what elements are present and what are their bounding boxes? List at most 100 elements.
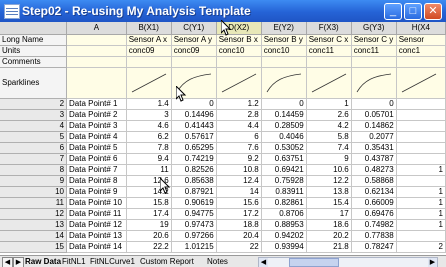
data-cell[interactable]: 3 — [126, 109, 172, 121]
data-cell[interactable]: 0.58868 — [351, 175, 397, 187]
data-cell[interactable]: 0.85638 — [171, 175, 217, 187]
data-cell[interactable]: 0.4046 — [261, 131, 307, 143]
data-cell[interactable]: 0.62134 — [351, 186, 397, 198]
data-cell[interactable]: 9 — [306, 153, 352, 165]
tab-prev-arrow[interactable]: ◀ — [2, 257, 13, 267]
data-cell[interactable]: 21.8 — [306, 241, 352, 253]
data-cell[interactable]: 2 — [396, 241, 446, 253]
data-cell[interactable]: 1 — [396, 208, 446, 220]
data-cell[interactable]: 1 — [396, 164, 446, 176]
data-cell[interactable]: 1.4 — [126, 98, 172, 110]
data-cell[interactable]: 0.83911 — [261, 186, 307, 198]
data-cell[interactable]: 20.6 — [126, 230, 172, 242]
data-cell[interactable]: 0.77838 — [351, 230, 397, 242]
meta-cell[interactable] — [126, 56, 172, 68]
data-cell[interactable]: Data Point# 9 — [66, 186, 127, 198]
meta-cell[interactable]: conc10 — [261, 45, 307, 57]
meta-cell[interactable]: Sensor A y — [171, 34, 217, 46]
data-cell[interactable]: 0.65295 — [171, 142, 217, 154]
data-cell[interactable]: Data Point# 5 — [66, 142, 127, 154]
meta-cell[interactable]: conc10 — [216, 45, 262, 57]
data-cell[interactable]: 0 — [351, 98, 397, 110]
data-cell[interactable]: Data Point# 1 — [66, 98, 127, 110]
data-cell[interactable]: 20.2 — [306, 230, 352, 242]
data-cell[interactable]: 4.2 — [306, 120, 352, 132]
data-cell[interactable]: 15.4 — [306, 197, 352, 209]
data-cell[interactable]: 4.4 — [216, 120, 262, 132]
data-cell[interactable]: 6.2 — [126, 131, 172, 143]
data-cell[interactable]: 0.05701 — [351, 109, 397, 121]
row-number[interactable]: 14 — [0, 230, 68, 242]
maximize-button[interactable]: □ — [404, 3, 422, 20]
meta-cell[interactable]: Sensor B y — [261, 34, 307, 46]
data-cell[interactable]: 17 — [306, 208, 352, 220]
data-cell[interactable]: 10.8 — [216, 164, 262, 176]
data-cell[interactable]: Data Point# 11 — [66, 208, 127, 220]
data-cell[interactable]: 10.6 — [306, 164, 352, 176]
row-number[interactable]: 13 — [0, 219, 68, 231]
meta-cell[interactable]: Sensor B x — [216, 34, 262, 46]
data-cell[interactable]: 0.28509 — [261, 120, 307, 132]
meta-cell[interactable] — [261, 56, 307, 68]
data-cell[interactable]: 0.53052 — [261, 142, 307, 154]
data-cell[interactable]: 0.8706 — [261, 208, 307, 220]
worksheet-grid[interactable]: A B(X1) C(Y1) D(X2) E(Y2) F(X3) G(Y3) H(… — [0, 22, 446, 255]
data-cell[interactable]: 9.4 — [126, 153, 172, 165]
row-number[interactable]: 15 — [0, 241, 68, 253]
data-cell[interactable]: Data Point# 13 — [66, 230, 127, 242]
meta-cell[interactable] — [171, 56, 217, 68]
row-number[interactable]: 8 — [0, 164, 68, 176]
data-cell[interactable]: Data Point# 8 — [66, 175, 127, 187]
data-cell[interactable]: 0.69421 — [261, 164, 307, 176]
data-cell[interactable]: 14 — [216, 186, 262, 198]
data-cell[interactable]: 17.4 — [126, 208, 172, 220]
data-cell[interactable] — [396, 109, 446, 121]
data-cell[interactable]: 0.43787 — [351, 153, 397, 165]
data-cell[interactable]: 0.74219 — [171, 153, 217, 165]
column-header-f[interactable]: F(X3) — [306, 22, 352, 35]
data-cell[interactable]: 0.69476 — [351, 208, 397, 220]
meta-cell[interactable]: Sensor — [396, 34, 446, 46]
data-cell[interactable]: 0.66009 — [351, 197, 397, 209]
meta-cell[interactable] — [396, 56, 446, 68]
row-number[interactable]: 4 — [0, 120, 68, 132]
data-cell[interactable] — [396, 230, 446, 242]
meta-cell[interactable] — [351, 56, 397, 68]
data-cell[interactable]: 1 — [396, 219, 446, 231]
minimize-button[interactable]: _ — [384, 3, 402, 20]
column-header-h[interactable]: H(X4 — [396, 22, 446, 35]
data-cell[interactable]: Data Point# 3 — [66, 120, 127, 132]
data-cell[interactable]: Data Point# 4 — [66, 131, 127, 143]
tab-fitnl1[interactable]: FitNL1 — [62, 256, 86, 267]
data-cell[interactable]: 0.88953 — [261, 219, 307, 231]
sparkline-cell[interactable] — [216, 67, 262, 99]
row-number[interactable]: 7 — [0, 153, 68, 165]
data-cell[interactable]: 1.01215 — [171, 241, 217, 253]
meta-cell[interactable]: conc09 — [126, 45, 172, 57]
data-cell[interactable]: 20.4 — [216, 230, 262, 242]
close-button[interactable]: ✕ — [424, 3, 442, 20]
data-cell[interactable]: 0.2077 — [351, 131, 397, 143]
data-cell[interactable]: 0.35431 — [351, 142, 397, 154]
data-cell[interactable]: Data Point# 7 — [66, 164, 127, 176]
data-cell[interactable] — [396, 142, 446, 154]
data-cell[interactable]: 0.75928 — [261, 175, 307, 187]
data-cell[interactable]: 7.4 — [306, 142, 352, 154]
data-cell[interactable]: 9.2 — [216, 153, 262, 165]
data-cell[interactable]: 2.6 — [306, 109, 352, 121]
data-cell[interactable] — [396, 120, 446, 132]
row-number[interactable]: 10 — [0, 186, 68, 198]
tab-notes[interactable]: Notes — [207, 256, 228, 267]
data-cell[interactable]: 0.97473 — [171, 219, 217, 231]
data-cell[interactable]: 0.41443 — [171, 120, 217, 132]
meta-cell[interactable] — [66, 56, 127, 68]
data-cell[interactable]: 12.2 — [306, 175, 352, 187]
data-cell[interactable]: 0.14496 — [171, 109, 217, 121]
data-cell[interactable]: 1 — [396, 197, 446, 209]
meta-cell[interactable]: Sensor C x — [306, 34, 352, 46]
data-cell[interactable]: 1.2 — [216, 98, 262, 110]
sparkline-cell[interactable] — [66, 67, 127, 99]
data-cell[interactable]: Data Point# 2 — [66, 109, 127, 121]
data-cell[interactable]: 0.57617 — [171, 131, 217, 143]
data-cell[interactable]: 0.90619 — [171, 197, 217, 209]
